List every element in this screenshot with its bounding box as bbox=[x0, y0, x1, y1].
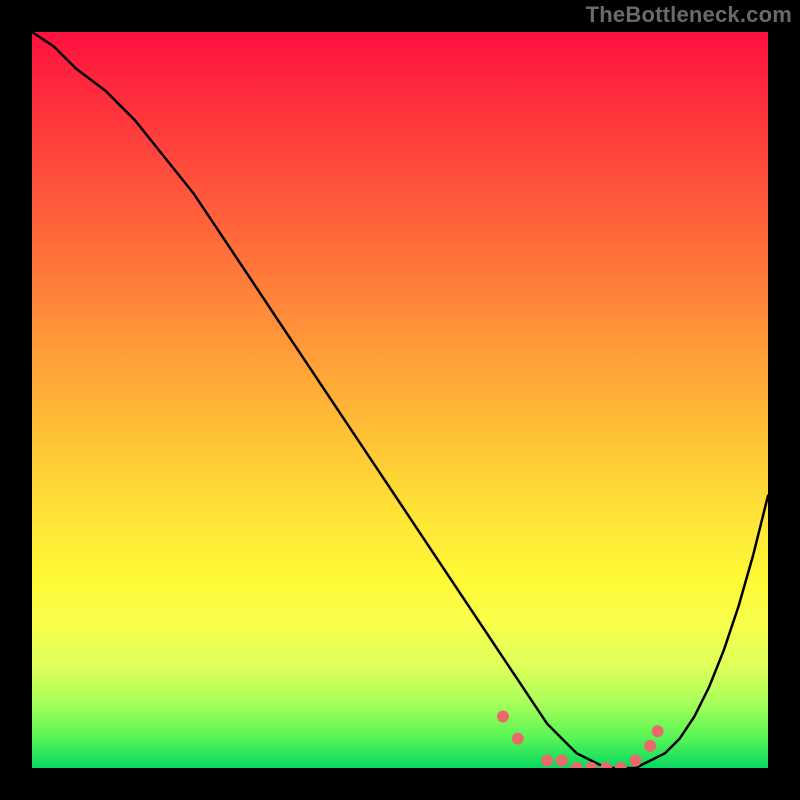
marker-dot bbox=[652, 725, 664, 737]
marker-dot bbox=[556, 755, 568, 767]
plot-area bbox=[32, 32, 768, 768]
marker-dot bbox=[497, 711, 509, 723]
chart-svg bbox=[32, 32, 768, 768]
marker-dot bbox=[541, 755, 553, 767]
watermark-text: TheBottleneck.com bbox=[586, 2, 792, 28]
marker-group bbox=[497, 711, 664, 769]
marker-dot bbox=[600, 762, 612, 768]
marker-dot bbox=[571, 762, 583, 768]
chart-frame: TheBottleneck.com bbox=[0, 0, 800, 800]
marker-dot bbox=[615, 762, 627, 768]
marker-dot bbox=[644, 740, 656, 752]
marker-dot bbox=[512, 733, 524, 745]
curve-path bbox=[32, 32, 768, 768]
marker-dot bbox=[630, 755, 642, 767]
marker-dot bbox=[585, 762, 597, 768]
